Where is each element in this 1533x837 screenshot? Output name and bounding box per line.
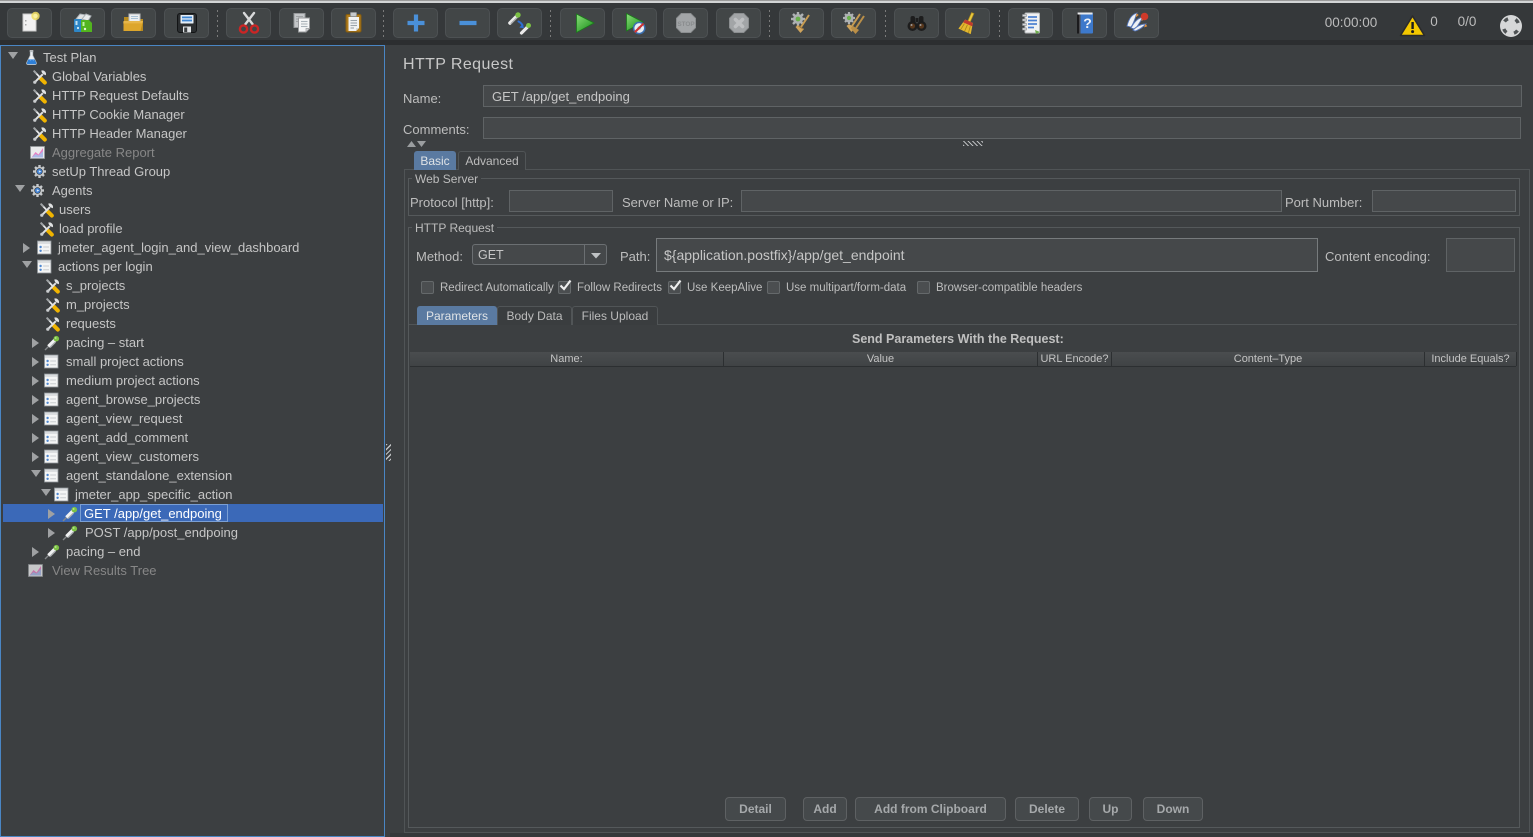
svg-text:STOP: STOP xyxy=(677,21,695,28)
svg-text:?: ? xyxy=(1083,15,1092,31)
